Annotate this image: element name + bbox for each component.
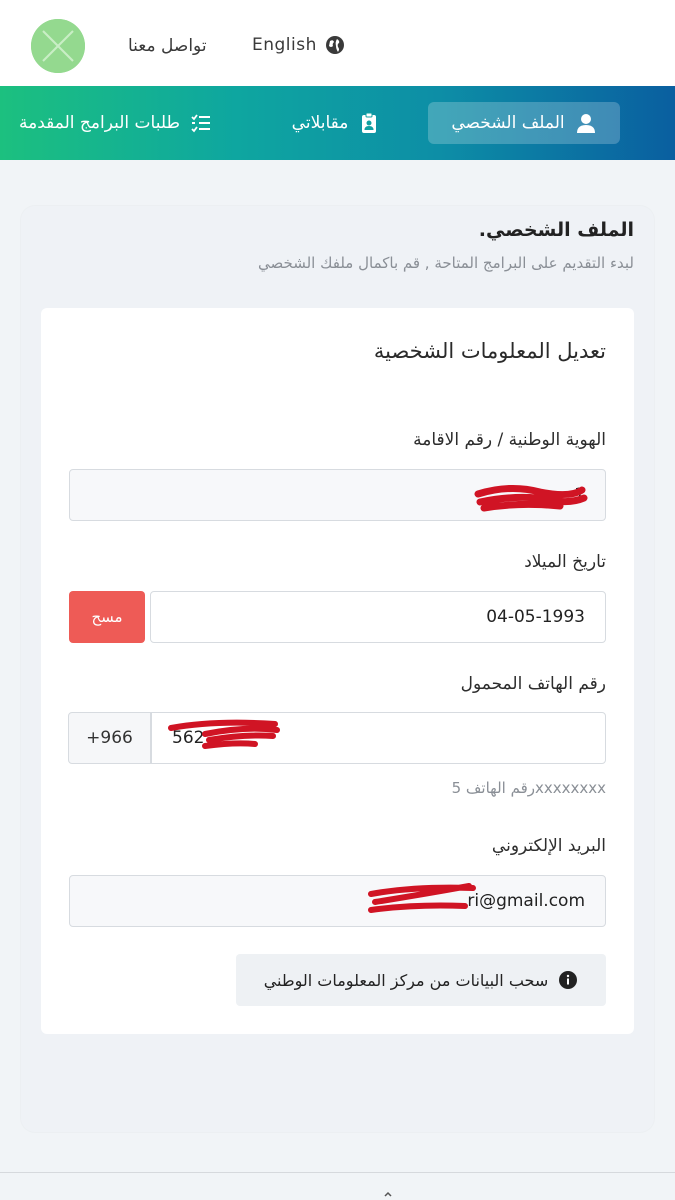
user-icon [575, 112, 597, 134]
contact-us-link[interactable]: تواصل معنا [128, 33, 207, 59]
mobile-field[interactable]: 562 [151, 712, 606, 764]
fetch-nic-data-label: سحب البيانات من مركز المعلومات الوطني [263, 970, 549, 990]
clear-button[interactable]: مسح [69, 591, 145, 643]
mobile-label: رقم الهاتف المحمول [460, 674, 606, 694]
email-field[interactable]: ri@gmail.com [69, 875, 606, 927]
info-circle-icon [558, 970, 578, 990]
email-value: ri@gmail.com [467, 891, 585, 911]
national-id-label: الهوية الوطنية / رقم الاقامة [413, 430, 606, 450]
nav-tab-interviews-label: مقابلاتي [291, 113, 349, 133]
birth-date-field[interactable]: 04-05-1993 [150, 591, 606, 643]
nav-tab-profile[interactable]: الملف الشخصي [428, 102, 620, 144]
nav-tab-requests-label: طلبات البرامج المقدمة [19, 113, 180, 133]
footer-divider [0, 1172, 675, 1173]
avatar[interactable] [31, 19, 85, 73]
page-title: الملف الشخصي. [478, 219, 634, 241]
nav-tab-requests[interactable]: طلبات البرامج المقدمة [0, 102, 212, 144]
birth-date-label: تاريخ الميلاد [524, 552, 606, 572]
section-title: تعديل المعلومات الشخصية [373, 339, 606, 363]
nav-tab-profile-label: الملف الشخصي [451, 113, 565, 133]
mobile-value: 562 [172, 728, 205, 748]
page-subtitle: لبدء التقديم على البرامج المتاحة , قم با… [258, 254, 634, 272]
top-header: تواصل معنا English [0, 0, 675, 86]
clipboard-user-icon [358, 112, 380, 134]
avatar-placeholder-icon [31, 19, 85, 73]
language-label: English [252, 35, 317, 55]
fetch-nic-data-button[interactable]: سحب البيانات من مركز المعلومات الوطني [236, 954, 606, 1006]
chevron-up-icon[interactable] [384, 1190, 392, 1200]
globe-icon [325, 35, 345, 55]
main-nav: الملف الشخصي مقابلاتي طلبات البرامج المق… [0, 86, 675, 160]
national-id-field[interactable]: 1 [69, 469, 606, 521]
national-id-value: 1 [574, 485, 585, 505]
language-switch[interactable]: English [252, 32, 345, 58]
nav-tab-interviews[interactable]: مقابلاتي [276, 102, 396, 144]
mobile-hint: رقم الهاتف 5xxxxxxxx [451, 779, 606, 797]
checklist-icon [190, 112, 212, 134]
email-label: البريد الإلكتروني [491, 836, 606, 856]
birth-date-value: 04-05-1993 [486, 607, 585, 627]
country-code-prefix: +966 [68, 712, 151, 764]
